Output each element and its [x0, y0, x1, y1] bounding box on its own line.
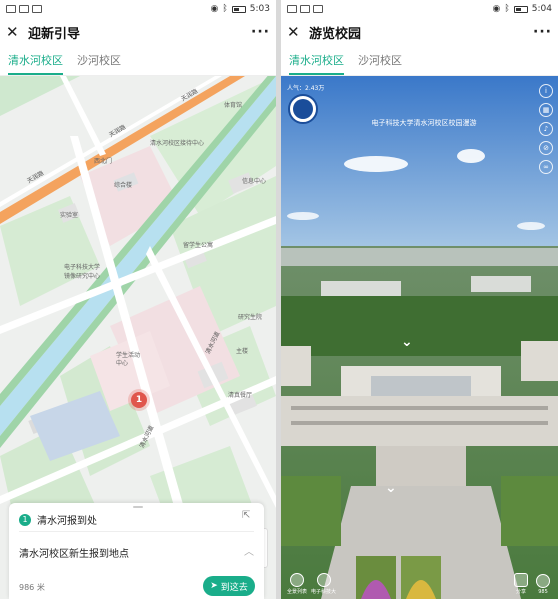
info-icon[interactable]: i	[539, 84, 553, 98]
map-place-label: 体育馆	[224, 102, 243, 109]
close-icon[interactable]: ✕	[287, 18, 305, 46]
close-icon[interactable]: ✕	[6, 18, 24, 46]
bluetooth-icon: ᛒ	[222, 4, 228, 14]
title-bar: ✕ 游览校园 ···	[281, 18, 558, 46]
map-place-label: 综合楼	[114, 182, 133, 189]
compass-icon[interactable]: ⊘	[539, 141, 553, 155]
like-button[interactable]: 985	[536, 574, 550, 595]
more-icon[interactable]: ···	[533, 24, 552, 40]
more-icon[interactable]: ···	[251, 24, 270, 40]
battery-icon	[513, 5, 528, 13]
grid-icon[interactable]: ▦	[539, 103, 553, 117]
status-time: 5:03	[249, 4, 270, 14]
navigate-button-label: 到这去	[220, 582, 248, 593]
tab-qingshuihe[interactable]: 清水河校区	[8, 52, 63, 75]
status-time: 5:04	[531, 4, 552, 14]
status-bar: ◉ ᛒ 5:04	[281, 0, 558, 18]
panorama-list-icon	[290, 573, 304, 587]
music-icon[interactable]: ♪	[539, 122, 553, 136]
hotspot-arrow-icon[interactable]: ⌄	[385, 480, 397, 496]
location-name: 清水河报到处	[37, 516, 97, 527]
vr-icon[interactable]: ∞	[539, 160, 553, 174]
like-count: 985	[538, 589, 548, 595]
wifi-icon	[32, 5, 42, 13]
map-place-label: 研究生院	[238, 314, 263, 321]
map-place-label: 信息中心	[242, 178, 267, 185]
hd-icon	[287, 5, 297, 13]
hd-icon	[6, 5, 16, 13]
share-label: 分享	[515, 589, 526, 595]
scene-title: 电子科技大学清水河校区校园漫游	[371, 119, 477, 127]
panorama-list-button[interactable]: 全景列表	[287, 573, 307, 595]
tour-button[interactable]: 电子科技大	[311, 573, 336, 595]
tour-icon	[316, 573, 331, 587]
status-icons-left	[287, 5, 323, 13]
eye-icon: ◉	[492, 4, 501, 14]
tour-label: 电子科技大	[311, 589, 337, 595]
status-icons-right: ◉ ᛒ 5:04	[493, 4, 552, 14]
navigate-arrow-icon: ➤	[210, 581, 218, 591]
page-title: 迎新引导	[28, 26, 81, 42]
signal-icon	[300, 5, 310, 13]
location-row: 1 清水河报到处	[19, 512, 97, 527]
left-screen: ◉ ᛒ 5:03 ✕ 迎新引导 ··· 清水河校区 沙河校区 天润路 天润路 天…	[0, 0, 276, 599]
divider	[19, 531, 254, 532]
map-place-label: 清水河校区接待中心	[150, 140, 205, 147]
drag-handle[interactable]	[133, 506, 143, 508]
location-description: 清水河校区新生报到地点	[19, 549, 129, 560]
eye-icon: ◉	[210, 4, 219, 14]
map-place-label: 清真餐厅	[228, 392, 253, 399]
hotspot-arrow-icon[interactable]: ⌄	[401, 334, 413, 350]
map-place-label: 电子科技大学	[64, 264, 101, 271]
tab-qingshuihe[interactable]: 清水河校区	[289, 52, 344, 75]
navigate-button[interactable]: ➤ 到这去	[203, 576, 255, 596]
panorama-view[interactable]: 人气：2.43万 电子科技大学清水河校区校园漫游 i ▦ ♪ ⊘ ∞ ⌄ ⌄ 全…	[281, 76, 558, 599]
share-button[interactable]: 分享	[514, 573, 528, 595]
battery-icon	[231, 5, 246, 13]
chevron-up-icon[interactable]: ︿	[244, 543, 254, 558]
map-place-label: 学生活动中心	[116, 352, 141, 367]
status-icons-left	[6, 5, 42, 13]
tab-shahe[interactable]: 沙河校区	[77, 52, 121, 75]
panorama-list-label: 全景列表	[287, 589, 308, 595]
wifi-icon	[313, 5, 323, 13]
page-title: 游览校园	[309, 26, 362, 42]
campus-tabs: 清水河校区 沙河校区	[281, 46, 558, 76]
side-toolbar: i ▦ ♪ ⊘ ∞	[539, 84, 553, 174]
university-logo	[288, 94, 318, 124]
like-icon	[536, 574, 550, 588]
tab-shahe[interactable]: 沙河校区	[358, 52, 402, 75]
location-marker[interactable]: 1	[131, 392, 147, 408]
panorama-canvas	[281, 76, 558, 599]
status-bar: ◉ ᛒ 5:03	[0, 0, 276, 18]
signal-icon	[19, 5, 29, 13]
campus-tabs: 清水河校区 沙河校区	[0, 46, 276, 76]
view-count: 人气：2.43万	[287, 85, 325, 92]
share-icon[interactable]: ⇱	[242, 510, 250, 521]
location-number-badge: 1	[19, 513, 31, 526]
map-place-label: 留学生公寓	[183, 242, 214, 249]
right-screen: ◉ ᛒ 5:04 ✕ 游览校园 ··· 清水河校区 沙河校区 人气：2.43万 …	[281, 0, 558, 599]
map-place-label: 实验室	[60, 212, 79, 219]
map-place-label: 主楼	[236, 348, 249, 355]
share-icon	[514, 573, 528, 587]
location-sheet[interactable]: 1 清水河报到处 ⇱ 清水河校区新生报到地点 ︿ 986 米 ➤ 到这去	[9, 503, 264, 599]
bluetooth-icon: ᛒ	[504, 4, 510, 14]
map-place-label: 镜像研究中心	[64, 273, 101, 280]
status-icons-right: ◉ ᛒ 5:03	[211, 4, 270, 14]
map-place-label: 西北门	[94, 158, 113, 165]
distance-label: 986 米	[19, 583, 45, 592]
title-bar: ✕ 迎新引导 ···	[0, 18, 276, 46]
